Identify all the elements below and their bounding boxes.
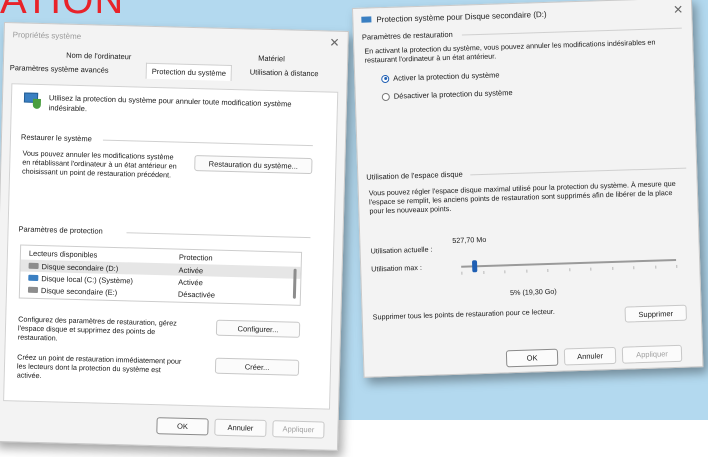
create-button[interactable]: Créer... [214,357,300,376]
slider-tick [525,269,527,273]
radio-label: Activer la protection du système [393,70,500,83]
drive-icon [27,286,39,293]
max-usage-value: 5% (19,30 Go) [509,286,557,298]
cancel-button[interactable]: Annuler [214,418,267,438]
current-usage-label: Utilisation actuelle : [370,244,433,256]
max-usage-slider-thumb[interactable] [471,260,478,273]
slider-tick [611,266,613,270]
slider-tick [547,268,549,272]
disk-usage-label: Utilisation de l'espace disque [366,169,463,182]
drive-name: Disque local (C:) (Système) [41,273,134,285]
tab-advanced[interactable]: Paramètres système avancés [10,63,109,75]
divider [470,167,687,176]
tab-panel: Utilisez la protection du système pour a… [3,83,339,410]
tab-system-protection[interactable]: Protection du système [145,62,233,81]
column-header-protection: Protection [178,252,213,263]
configure-text: Configurez des paramètres de restauratio… [17,314,177,343]
restore-settings-text: En activant la protection du système, vo… [364,37,656,65]
restore-section-label: Restaurer le système [20,132,92,144]
slider-tick [676,264,678,268]
radio-disable-protection[interactable]: Désactiver la protection du système [381,88,513,101]
ok-button[interactable]: OK [505,348,559,368]
restore-text: Vous pouvez annuler les modifications sy… [21,148,177,180]
cancel-button[interactable]: Annuler [563,346,617,366]
drive-status: Désactivée [177,289,216,300]
window-body: Paramètres de restauration En activant l… [354,20,703,376]
slider-tick [568,268,570,272]
drive-protection-window: Protection système pour Disque secondair… [352,0,704,378]
slider-tick [504,270,506,274]
radio-enable-protection[interactable]: Activer la protection du système [381,70,500,83]
radio-empty-icon [381,92,390,101]
slider-tick [461,271,463,275]
delete-points-text: Supprimer tous les points de restauratio… [372,306,555,322]
system-drive-icon [28,274,39,281]
window-title: Protection système pour Disque secondair… [376,9,547,24]
max-usage-label: Utilisation max : [371,262,423,274]
divider [126,232,311,239]
slider-tick [654,265,656,269]
page-heading: ATION [0,0,125,22]
apply-button[interactable]: Appliquer [621,344,683,364]
drive-status: Activée [178,277,203,287]
protection-section-label: Paramètres de protection [18,224,103,236]
current-usage-value: 527,70 Mo [452,234,487,245]
create-text: Créez un point de restauration immédiate… [16,352,182,381]
disk-usage-text: Vous pouvez régler l'espace disque maxim… [368,178,676,216]
window-title: Propriétés système [12,29,82,41]
system-restore-button[interactable]: Restauration du système... [194,155,313,175]
drive-name: Disque secondaire (E:) [40,285,118,297]
slider-tick [482,270,484,275]
close-icon[interactable]: ✕ [673,3,683,17]
radio-label: Désactiver la protection du système [393,88,513,101]
drive-status: Activée [178,265,204,275]
radio-selected-icon [381,74,390,83]
slider-tick [633,266,635,270]
max-usage-slider-track[interactable] [461,258,677,268]
intro-text: Utilisez la protection du système pour a… [48,93,292,114]
configure-button[interactable]: Configurer... [215,319,301,338]
ok-button[interactable]: OK [156,417,209,436]
column-header-drives: Lecteurs disponibles [28,248,98,260]
intro-row: Utilisez la protection du système pour a… [23,92,314,121]
drive-icon [361,16,372,23]
divider [102,139,313,147]
tab-computer-name[interactable]: Nom de l'ordinateur [66,51,131,62]
tab-hardware[interactable]: Matériel [258,54,285,64]
close-icon[interactable]: ✕ [329,36,339,50]
drives-list: Lecteurs disponibles Protection Disque s… [18,244,303,306]
tab-remote[interactable]: Utilisation à distance [250,67,319,78]
apply-button[interactable]: Appliquer [272,420,325,439]
restore-settings-label: Paramètres de restauration [361,29,453,42]
slider-tick [590,267,592,271]
system-properties-window: Propriétés système ✕ Nom de l'ordinateur… [0,22,349,451]
drive-icon [28,262,39,269]
divider [461,27,682,36]
delete-button[interactable]: Supprimer [624,304,687,323]
computer-shield-icon [23,92,41,109]
drive-name: Disque secondaire (D:) [41,261,119,273]
